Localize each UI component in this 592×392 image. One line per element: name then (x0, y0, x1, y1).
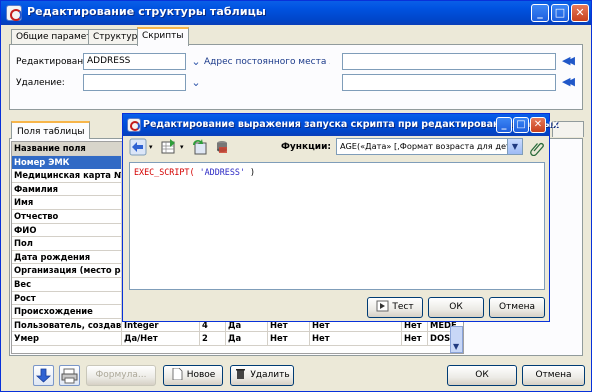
print-button[interactable] (59, 365, 80, 386)
cancel-button[interactable]: Отмена (522, 365, 585, 386)
dialog-close-button[interactable]: ✕ (530, 117, 546, 133)
arrow-left-icon (129, 138, 147, 156)
maximize-button[interactable]: □ (551, 4, 569, 22)
table-cell[interactable]: ФИО (12, 223, 122, 237)
script-insert-icon (193, 139, 207, 155)
table-cell[interactable]: Умер (12, 332, 122, 346)
table-insert-icon (161, 139, 175, 154)
table-cell[interactable]: Дата рождения (12, 250, 122, 264)
double-arrow-left-icon[interactable]: ◀◀ (562, 76, 578, 88)
functions-select-value: AGE(«Дата» [,Формат возраста для детей]) (340, 141, 523, 151)
grid-scrollbar[interactable]: ▼ (450, 326, 463, 353)
chevron-down-icon[interactable]: ⌄ (190, 56, 202, 67)
code-tail: ) (244, 167, 256, 177)
right-field-1[interactable] (342, 53, 556, 70)
test-button[interactable]: Тест (367, 297, 423, 318)
new-button-label: Новое (186, 370, 216, 380)
test-icon (376, 300, 389, 312)
dialog-ok-button[interactable]: ОК (428, 297, 484, 318)
trash-icon (234, 368, 247, 380)
scroll-down-icon[interactable]: ▼ (453, 342, 459, 351)
delete-script-field[interactable] (83, 74, 186, 91)
code-line: EXEC_SCRIPT( 'ADDRESS' ) (134, 167, 255, 177)
table-cell[interactable]: Да (226, 332, 268, 346)
insert-field-button[interactable] (160, 138, 178, 156)
script-expression-dialog: Редактирование выражения запуска скрипта… (122, 113, 558, 322)
dialog-minimize-button[interactable]: _ (496, 117, 512, 133)
dialog-title-bar[interactable]: Редактирование выражения запуска скрипта… (123, 114, 558, 136)
insert-script-button[interactable] (191, 138, 209, 156)
paperclip-icon (530, 142, 544, 157)
table-cell[interactable]: Нет (310, 332, 402, 346)
table-cell[interactable]: Отчество (12, 210, 122, 223)
delete-label: Удаление: (16, 78, 65, 88)
close-button[interactable]: ✕ (571, 4, 589, 22)
chevron-down-icon[interactable]: ⌄ (190, 77, 202, 88)
functions-label: Функции: (281, 142, 332, 152)
chevron-down-icon[interactable]: ▾ (149, 143, 153, 151)
move-down-button[interactable] (33, 365, 54, 386)
title-bar[interactable]: Редактирование структуры таблицы _ □ ✕ (1, 1, 591, 25)
table-cell[interactable]: Медицинская карта № (12, 169, 122, 183)
chevron-down-icon[interactable]: ▾ (180, 143, 184, 151)
dialog-maximize-button[interactable]: □ (513, 117, 529, 133)
column-header-name[interactable]: Название поля (12, 142, 122, 155)
delete-button-label: Удалить (250, 370, 290, 380)
table-cell[interactable]: Фамилия (12, 182, 122, 196)
permanent-address-text: Адрес постоянного места ж... (204, 57, 330, 67)
chevron-down-icon[interactable]: ▼ (507, 139, 522, 154)
delete-button[interactable]: Удалить (230, 365, 294, 386)
table-cell[interactable]: 2 (200, 332, 226, 346)
new-button[interactable]: Новое (163, 365, 223, 386)
tab-table-fields[interactable]: Поля таблицы (11, 121, 91, 139)
ok-button[interactable]: ОК (447, 365, 517, 386)
arrow-down-icon (35, 368, 52, 383)
test-button-label: Тест (392, 302, 414, 312)
app-icon (6, 5, 22, 21)
new-document-icon (171, 367, 184, 380)
edit-script-field[interactable]: ADDRESS (83, 53, 186, 70)
table-cell[interactable]: Имя (12, 196, 122, 210)
printer-icon (61, 368, 78, 384)
paste-function-button[interactable] (528, 138, 546, 157)
table-cell[interactable]: Да/Нет (122, 332, 200, 346)
table-cell[interactable]: Организация (место работы (12, 264, 122, 278)
dialog-cancel-button[interactable]: Отмена (489, 297, 545, 318)
database-icon (217, 141, 227, 153)
scripts-panel: Редактирование: ADDRESS ⌄ Адрес постоянн… (9, 44, 583, 110)
table-cell[interactable]: Нет (268, 332, 310, 346)
table-cell[interactable]: Вес (12, 278, 122, 291)
table-row[interactable]: Умер Да/Нет 2 Да Нет Нет Нет DOSS (12, 332, 463, 346)
table-cell[interactable]: Рост (12, 291, 122, 305)
dialog-app-icon (127, 118, 141, 132)
database-button[interactable] (213, 138, 231, 156)
table-cell[interactable]: Происхождение (12, 305, 122, 319)
right-field-2[interactable] (342, 74, 556, 91)
table-cell[interactable]: Нет (402, 332, 428, 346)
script-editor[interactable]: EXEC_SCRIPT( 'ADDRESS' ) (129, 162, 545, 290)
code-string: 'ADDRESS' (199, 167, 245, 177)
minimize-button[interactable]: _ (531, 4, 549, 22)
tab-scripts[interactable]: Скрипты (137, 27, 189, 46)
formula-button[interactable]: Формула... (86, 365, 156, 386)
double-arrow-left-icon[interactable]: ◀◀ (562, 55, 578, 67)
functions-select[interactable]: AGE(«Дата» [,Формат возраста для детей])… (336, 138, 523, 155)
window-title: Редактирование структуры таблицы (27, 5, 266, 18)
table-cell[interactable]: Номер ЭМК (12, 155, 122, 169)
table-cell[interactable]: Пол (12, 237, 122, 251)
code-keyword: EXEC_SCRIPT( (134, 167, 195, 177)
table-cell[interactable]: Пользователь, создавший (12, 318, 122, 332)
back-arrow-button[interactable] (129, 138, 147, 156)
